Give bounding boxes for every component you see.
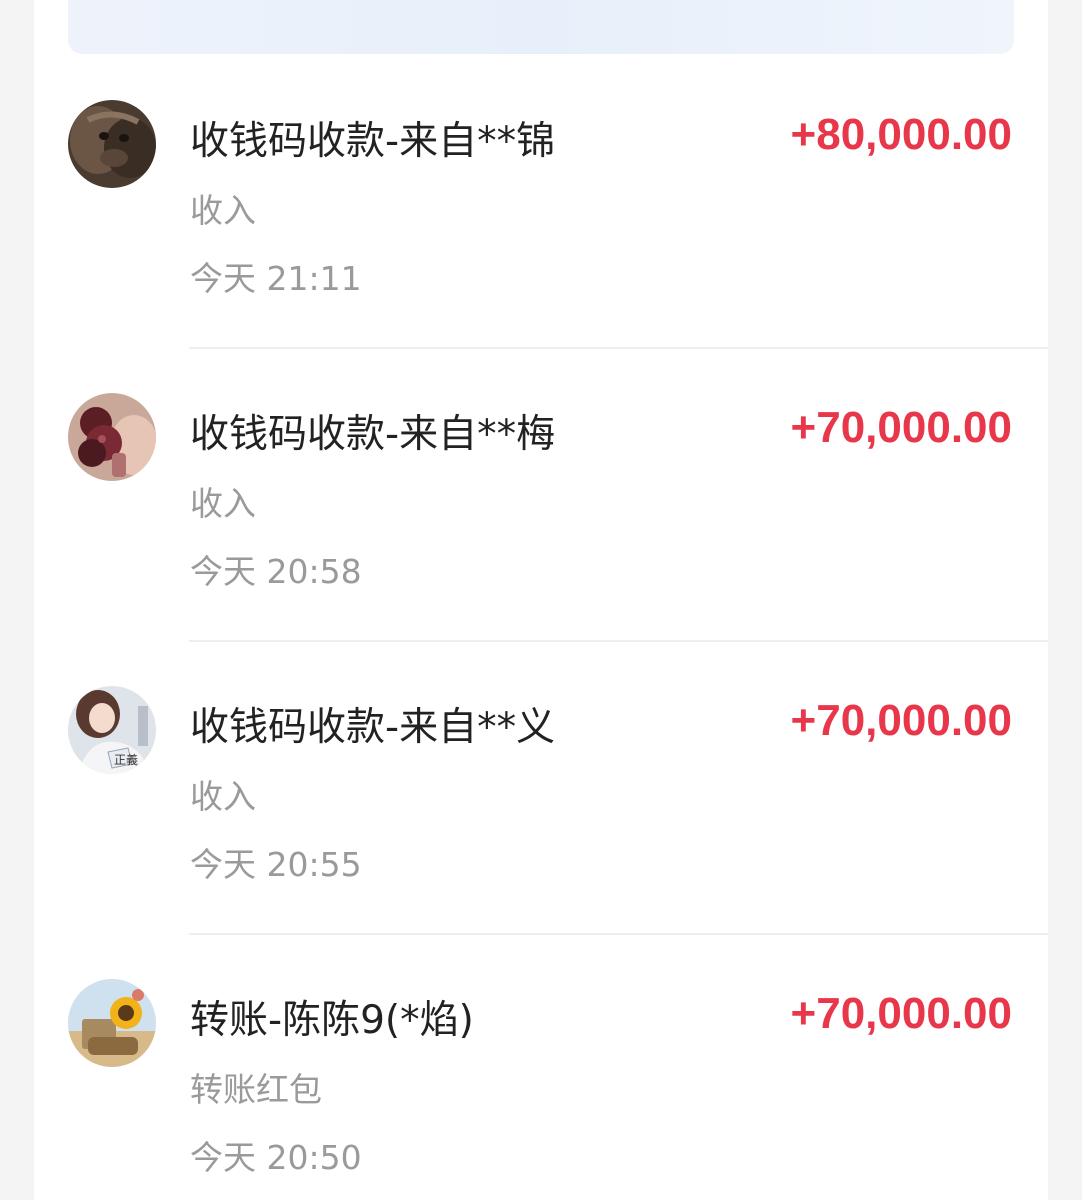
transaction-row[interactable]: 正義 收钱码收款-来自**义 收入 今天 20:55 +70,000.00 <box>34 642 1048 935</box>
transaction-time: 今天 20:50 <box>190 1138 362 1177</box>
transaction-time: 今天 20:58 <box>190 552 362 591</box>
transaction-time: 今天 21:11 <box>190 259 362 298</box>
transaction-row[interactable]: 转账-陈陈9(*焰) 转账红包 今天 20:50 +70,000.00 <box>34 935 1048 1200</box>
transaction-list: 收钱码收款-来自**锦 收入 今天 21:11 +80,000.00 收钱码收款… <box>34 56 1048 1200</box>
svg-text:正義: 正義 <box>114 752 138 767</box>
transaction-time: 今天 20:55 <box>190 845 362 884</box>
transaction-amount: +80,000.00 <box>790 110 1012 159</box>
transaction-card: 收钱码收款-来自**锦 收入 今天 21:11 +80,000.00 收钱码收款… <box>34 0 1048 1200</box>
transaction-amount: +70,000.00 <box>790 989 1012 1038</box>
transaction-category: 转账红包 <box>190 1070 322 1109</box>
transaction-title: 收钱码收款-来自**锦 <box>190 119 556 164</box>
sunflower-avatar-icon <box>68 979 156 1067</box>
transaction-category: 收入 <box>190 191 256 230</box>
transaction-title: 收钱码收款-来自**义 <box>190 705 556 750</box>
transaction-title: 转账-陈陈9(*焰) <box>190 998 474 1043</box>
transaction-category: 收入 <box>190 777 256 816</box>
transaction-row[interactable]: 收钱码收款-来自**锦 收入 今天 21:11 +80,000.00 <box>34 56 1048 349</box>
transaction-title: 收钱码收款-来自**梅 <box>190 412 556 457</box>
transaction-amount: +70,000.00 <box>790 403 1012 452</box>
monkey-avatar-icon <box>68 100 156 188</box>
girl-avatar-icon: 正義 <box>68 686 156 774</box>
transaction-row[interactable]: 收钱码收款-来自**梅 收入 今天 20:58 +70,000.00 <box>34 349 1048 642</box>
transaction-amount: +70,000.00 <box>790 696 1012 745</box>
transaction-category: 收入 <box>190 484 256 523</box>
header-banner <box>68 0 1014 54</box>
fruit-avatar-icon <box>68 393 156 481</box>
